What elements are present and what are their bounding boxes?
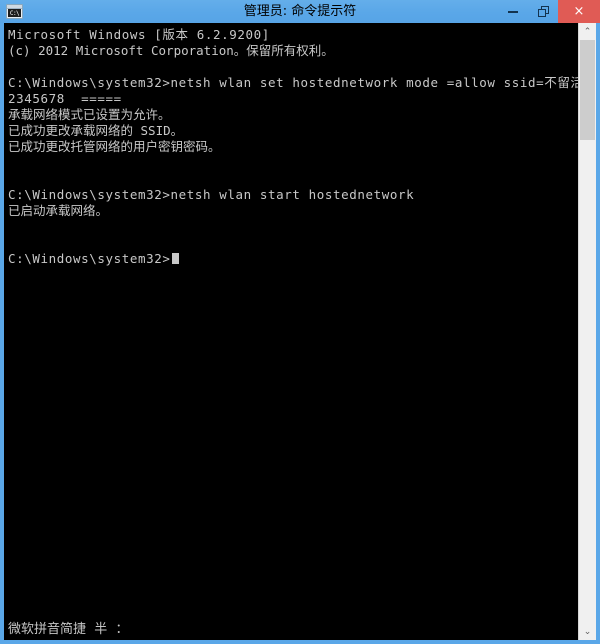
chevron-down-icon: ⌄ <box>583 626 592 637</box>
scroll-up-button[interactable]: ⌃ <box>579 23 596 40</box>
vertical-scrollbar[interactable]: ⌃ ⌄ <box>578 23 596 640</box>
console-line: 已成功更改承载网络的 SSID。 <box>8 123 184 138</box>
chevron-up-icon: ⌃ <box>583 26 592 37</box>
minimize-button[interactable] <box>498 0 528 23</box>
text-cursor <box>171 253 179 264</box>
window-client-area: Microsoft Windows [版本 6.2.9200] (c) 2012… <box>4 23 596 640</box>
title-bar[interactable]: C:\ 管理员: 命令提示符 × <box>0 0 600 23</box>
console-line: 已成功更改托管网络的用户密钥密码。 <box>8 139 221 154</box>
ime-status-text: 微软拼音简捷 半 ： <box>8 621 129 637</box>
console-prompt-line: C:\Windows\system32> <box>8 251 578 267</box>
close-button[interactable]: × <box>558 0 600 23</box>
minimize-icon <box>498 0 528 23</box>
console-line: 2345678 ===== <box>8 91 122 106</box>
console-line: Microsoft Windows [版本 6.2.9200] <box>8 27 270 42</box>
console-output[interactable]: Microsoft Windows [版本 6.2.9200] (c) 2012… <box>4 23 578 640</box>
close-icon: × <box>573 4 585 19</box>
console-line-command: C:\Windows\system32>netsh wlan start hos… <box>8 187 415 202</box>
prompt-text: C:\Windows\system32> <box>8 251 171 266</box>
restore-button[interactable] <box>528 0 558 23</box>
console-line: 已启动承载网络。 <box>8 203 109 218</box>
ime-status-bar[interactable]: 微软拼音简捷 半 ： <box>4 614 578 640</box>
restore-icon <box>528 0 558 23</box>
scrollbar-thumb[interactable] <box>580 40 595 140</box>
caption-button-group: × <box>498 0 600 23</box>
console-line: 承载网络模式已设置为允许。 <box>8 107 171 122</box>
scroll-down-button[interactable]: ⌄ <box>579 623 596 640</box>
command-prompt-window: C:\ 管理员: 命令提示符 × Microsoft Windows [版本 6… <box>0 0 600 644</box>
console-line-command: C:\Windows\system32>netsh wlan set hoste… <box>8 75 578 90</box>
console-line: (c) 2012 Microsoft Corporation。保留所有权利。 <box>8 43 334 58</box>
